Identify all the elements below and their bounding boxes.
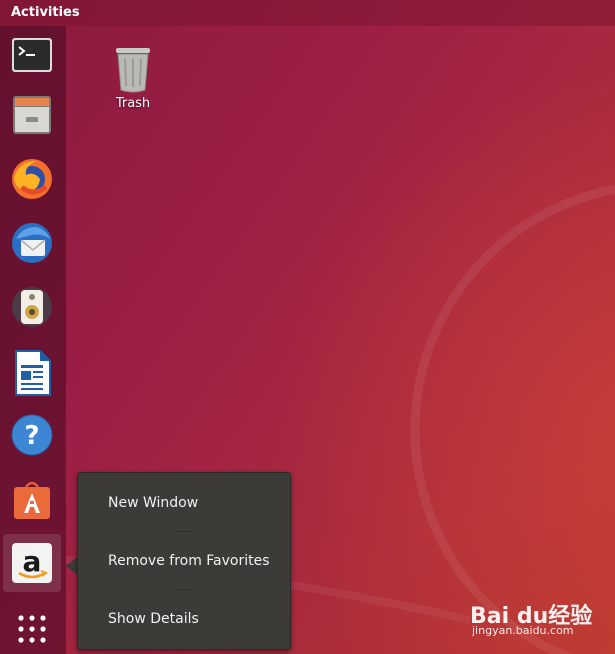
amazon-icon: a <box>12 543 52 583</box>
dock: ? a <box>0 26 66 654</box>
show-applications-button[interactable] <box>3 598 61 654</box>
writer-document-icon <box>15 350 51 396</box>
dock-item-help[interactable]: ? <box>3 406 61 464</box>
watermark-url: jingyan.baidu.com <box>472 624 574 637</box>
app-grid-icon <box>18 615 46 643</box>
svg-text:a: a <box>23 545 42 578</box>
menu-item-remove-from-favorites[interactable]: Remove from Favorites <box>78 541 290 581</box>
dock-context-menu: New Window Remove from Favorites Show De… <box>77 472 291 650</box>
menu-item-label: Show Details <box>108 611 199 627</box>
top-bar: Activities <box>0 0 615 26</box>
speaker-icon <box>12 287 52 327</box>
baidu-watermark: Bai du经验 jingyan.baidu.com <box>462 596 612 646</box>
trash-label: Trash <box>115 96 151 111</box>
menu-item-label: New Window <box>108 495 199 511</box>
firefox-icon <box>12 159 52 199</box>
dock-item-terminal[interactable] <box>3 26 61 84</box>
context-menu-arrow <box>66 557 77 575</box>
file-cabinet-icon <box>13 96 51 134</box>
software-bag-icon <box>14 481 50 519</box>
dock-item-files[interactable] <box>3 86 61 144</box>
dock-item-firefox[interactable] <box>3 150 61 208</box>
trash-icon <box>116 48 150 93</box>
trash-desktop-icon[interactable]: Trash <box>106 44 160 116</box>
desktop-screen: Activities ? a Trash New Window Remove f… <box>0 0 615 654</box>
dock-item-ubuntu-software[interactable] <box>3 470 61 528</box>
help-icon: ? <box>11 414 53 456</box>
thunderbird-icon <box>12 223 52 263</box>
menu-separator <box>173 531 195 532</box>
svg-text:?: ? <box>24 421 39 451</box>
menu-item-show-details[interactable]: Show Details <box>78 599 290 639</box>
dock-item-amazon[interactable]: a <box>3 534 61 592</box>
activities-button[interactable]: Activities <box>11 0 80 26</box>
menu-separator <box>173 589 195 590</box>
menu-item-new-window[interactable]: New Window <box>78 483 290 523</box>
terminal-icon <box>12 38 52 72</box>
dock-item-thunderbird[interactable] <box>3 214 61 272</box>
dock-item-rhythmbox[interactable] <box>3 278 61 336</box>
dock-item-libreoffice-writer[interactable] <box>3 342 61 400</box>
menu-item-label: Remove from Favorites <box>108 553 270 569</box>
